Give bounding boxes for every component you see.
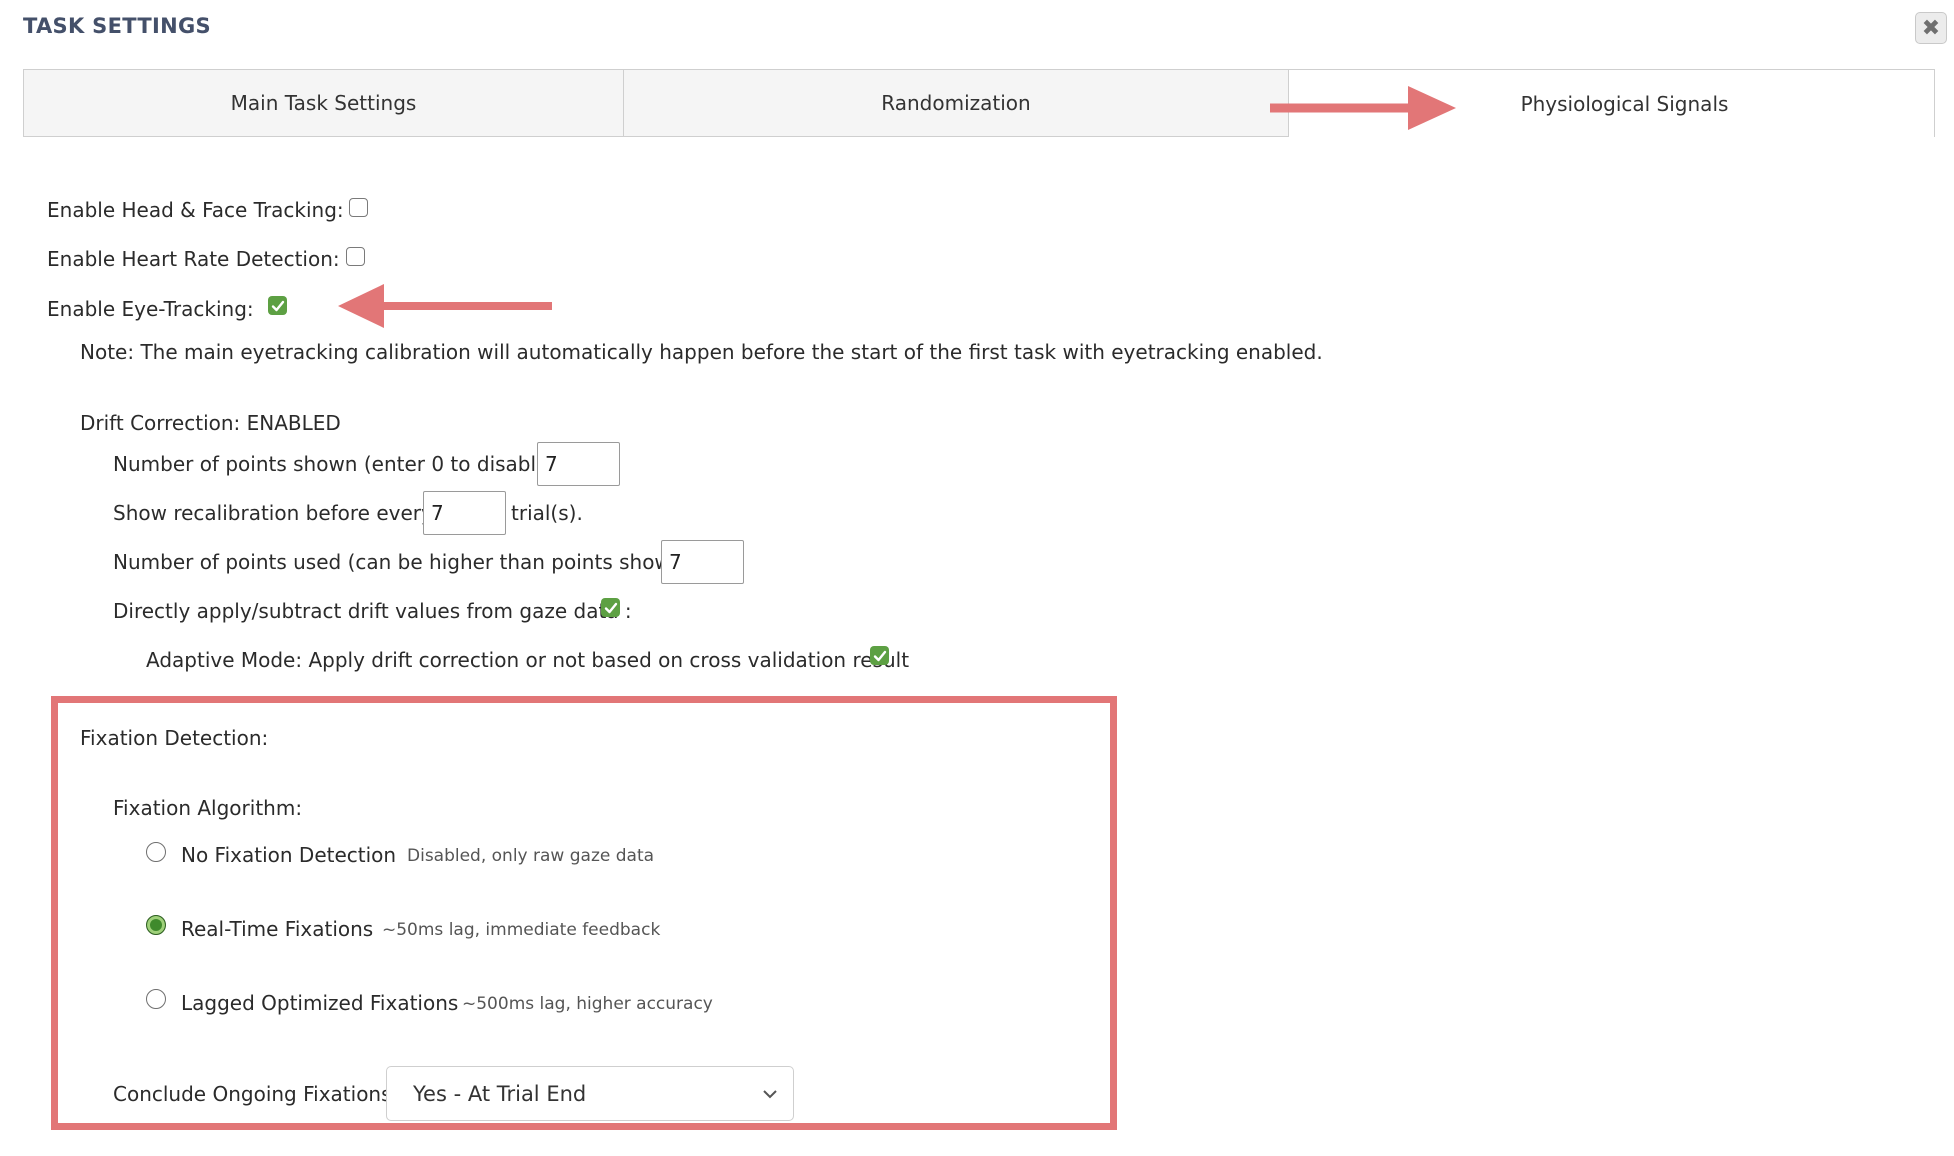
conclude-fixations-select[interactable]: Yes - At Trial End: [386, 1066, 794, 1121]
drift-correction-header: Drift Correction: ENABLED: [80, 411, 341, 435]
fixation-detection-header: Fixation Detection:: [80, 726, 269, 750]
radio-lagged-optimized[interactable]: [146, 989, 166, 1009]
conclude-fixations-label: Conclude Ongoing Fixations:: [113, 1082, 399, 1106]
calibration-note: Note: The main eyetracking calibration w…: [80, 340, 1323, 364]
close-icon: ✖: [1921, 15, 1941, 41]
option-desc-lagged: ~500ms lag, higher accuracy: [462, 994, 713, 1014]
option-desc-no-fixation: Disabled, only raw gaze data: [407, 846, 655, 866]
head-face-tracking-label: Enable Head & Face Tracking:: [47, 198, 344, 222]
chevron-down-icon: [763, 1090, 777, 1099]
tab-label: Randomization: [881, 91, 1031, 115]
heart-rate-detection-label: Enable Heart Rate Detection:: [47, 247, 340, 271]
annotation-highlight-box: [51, 696, 1117, 1130]
eye-tracking-checkbox[interactable]: [268, 296, 287, 315]
checkmark-icon: [873, 650, 886, 661]
annotation-arrow-left-icon: [338, 284, 552, 328]
adaptive-mode-checkbox[interactable]: [870, 646, 889, 665]
points-used-input[interactable]: [661, 540, 744, 584]
checkmark-icon: [271, 300, 284, 311]
tab-main-task-settings[interactable]: Main Task Settings: [23, 69, 624, 137]
points-shown-input[interactable]: [537, 442, 620, 486]
radio-real-time-fixations[interactable]: [146, 915, 166, 935]
eye-tracking-label: Enable Eye-Tracking:: [47, 297, 254, 321]
recalibration-input[interactable]: [423, 491, 506, 535]
radio-no-fixation[interactable]: [146, 842, 166, 862]
annotation-arrow-right-icon: [1270, 86, 1456, 130]
heart-rate-detection-checkbox[interactable]: [346, 247, 365, 266]
option-label-no-fixation: No Fixation Detection: [181, 843, 397, 867]
recalibration-suffix: trial(s).: [511, 501, 583, 525]
fixation-algorithm-label: Fixation Algorithm:: [113, 796, 303, 820]
adaptive-mode-label: Adaptive Mode: Apply drift correction or…: [146, 648, 910, 672]
dialog-title: TASK SETTINGS: [23, 14, 211, 38]
points-shown-label: Number of points shown (enter 0 to disab…: [113, 452, 563, 476]
close-button[interactable]: ✖: [1915, 12, 1947, 44]
checkmark-icon: [604, 602, 617, 613]
option-label-real-time: Real-Time Fixations: [181, 917, 374, 941]
head-face-tracking-checkbox[interactable]: [349, 198, 368, 217]
apply-drift-label: Directly apply/subtract drift values fro…: [113, 599, 632, 623]
points-used-label: Number of points used (can be higher tha…: [113, 550, 698, 574]
tab-randomization[interactable]: Randomization: [623, 69, 1289, 137]
apply-drift-checkbox[interactable]: [601, 598, 620, 617]
option-label-lagged: Lagged Optimized Fixations: [181, 991, 459, 1015]
tab-label: Main Task Settings: [230, 91, 417, 115]
tab-label: Physiological Signals: [1520, 91, 1729, 116]
option-desc-real-time: ~50ms lag, immediate feedback: [382, 920, 661, 940]
conclude-fixations-value: Yes - At Trial End: [413, 1081, 587, 1106]
recalibration-label: Show recalibration before every:: [113, 501, 439, 525]
